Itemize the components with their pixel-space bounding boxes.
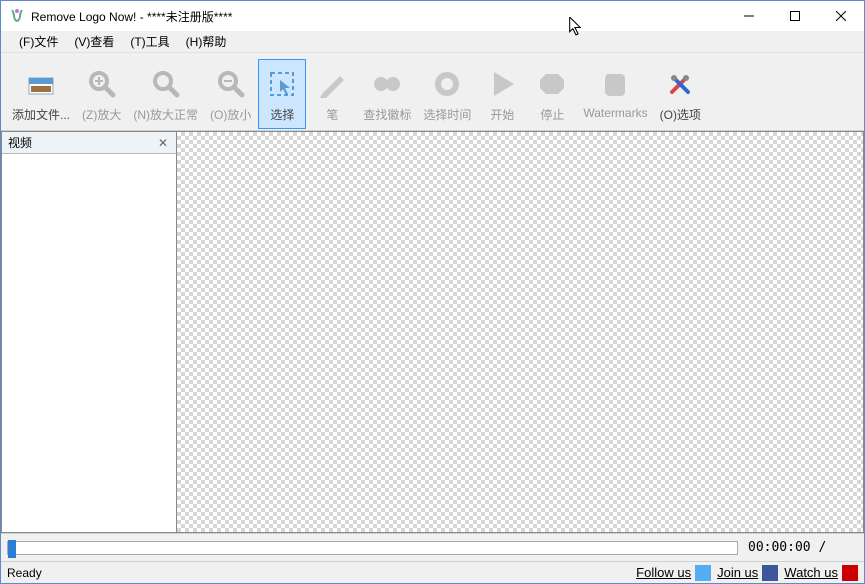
options-button[interactable]: (O)选项 [655,59,706,129]
menu-file[interactable]: (F)文件 [11,31,66,52]
watermarks-button[interactable]: Watermarks [578,59,652,129]
stop-label: 停止 [540,106,564,123]
start-button[interactable]: 开始 [478,59,526,129]
zoom-normal-button[interactable]: (N)放大正常 [128,59,203,129]
zoom-out-label: (O)放小 [210,106,251,123]
stop-button[interactable]: 停止 [528,59,576,129]
timeline-handle[interactable] [8,540,16,558]
status-text: Ready [1,566,636,580]
follow-link[interactable]: Follow us [636,565,711,581]
app-icon [9,8,25,24]
select-tool-label: 选择 [270,106,294,123]
minimize-button[interactable] [726,1,772,31]
timeline-track[interactable] [7,541,738,555]
zoom-normal-icon [150,68,182,100]
stop-icon [536,68,568,100]
menu-tools[interactable]: (T)工具 [122,31,177,52]
facebook-icon [762,565,778,581]
find-logo-label: 查找徽标 [363,106,411,123]
content-area: 视频 ✕ [1,131,864,533]
youtube-icon [842,565,858,581]
video-panel-title: 视频 [8,134,32,151]
zoom-out-icon [215,68,247,100]
join-link[interactable]: Join us [717,565,778,581]
video-panel-header: 视频 ✕ [2,132,176,154]
preview-canvas[interactable] [177,131,864,533]
twitter-icon [695,565,711,581]
pen-tool-button[interactable]: 笔 [308,59,356,129]
watch-link[interactable]: Watch us [784,565,858,581]
timeline-bar: 00:00:00 / [1,533,864,561]
menu-view[interactable]: (V)查看 [66,31,122,52]
menu-help[interactable]: (H)帮助 [178,31,235,52]
pen-tool-label: 笔 [326,106,338,123]
window-title: Remove Logo Now! - ****未注册版**** [31,8,726,25]
options-icon [664,68,696,100]
select-time-button[interactable]: 选择时间 [418,59,476,129]
select-time-icon [431,68,463,100]
find-logo-icon [371,68,403,100]
select-time-label: 选择时间 [423,106,471,123]
maximize-button[interactable] [772,1,818,31]
zoom-in-button[interactable]: (Z)放大 [77,59,126,129]
timecode-display: 00:00:00 / [748,540,858,555]
add-file-label: 添加文件... [12,106,70,123]
video-panel: 视频 ✕ [1,131,177,533]
start-label: 开始 [490,106,514,123]
play-icon [486,68,518,100]
watermarks-icon [599,68,631,100]
find-logo-button[interactable]: 查找徽标 [358,59,416,129]
video-panel-close[interactable]: ✕ [154,136,172,150]
select-tool-icon [266,68,298,100]
menu-bar: (F)文件 (V)查看 (T)工具 (H)帮助 [1,31,864,53]
pen-tool-icon [316,68,348,100]
add-file-icon [25,68,57,100]
title-bar: Remove Logo Now! - ****未注册版**** [1,1,864,31]
status-bar: Ready Follow us Join us Watch us [1,561,864,583]
zoom-in-icon [86,68,118,100]
toolbar: 添加文件... (Z)放大 (N)放大正常 (O)放小 选择 笔 查找徽标 [1,53,864,131]
zoom-normal-label: (N)放大正常 [133,106,198,123]
close-button[interactable] [818,1,864,31]
add-file-button[interactable]: 添加文件... [7,59,75,129]
video-list[interactable] [2,154,176,532]
select-tool-button[interactable]: 选择 [258,59,306,129]
zoom-in-label: (Z)放大 [82,106,121,123]
zoom-out-button[interactable]: (O)放小 [205,59,256,129]
watermarks-label: Watermarks [583,106,647,120]
options-label: (O)选项 [660,106,701,123]
